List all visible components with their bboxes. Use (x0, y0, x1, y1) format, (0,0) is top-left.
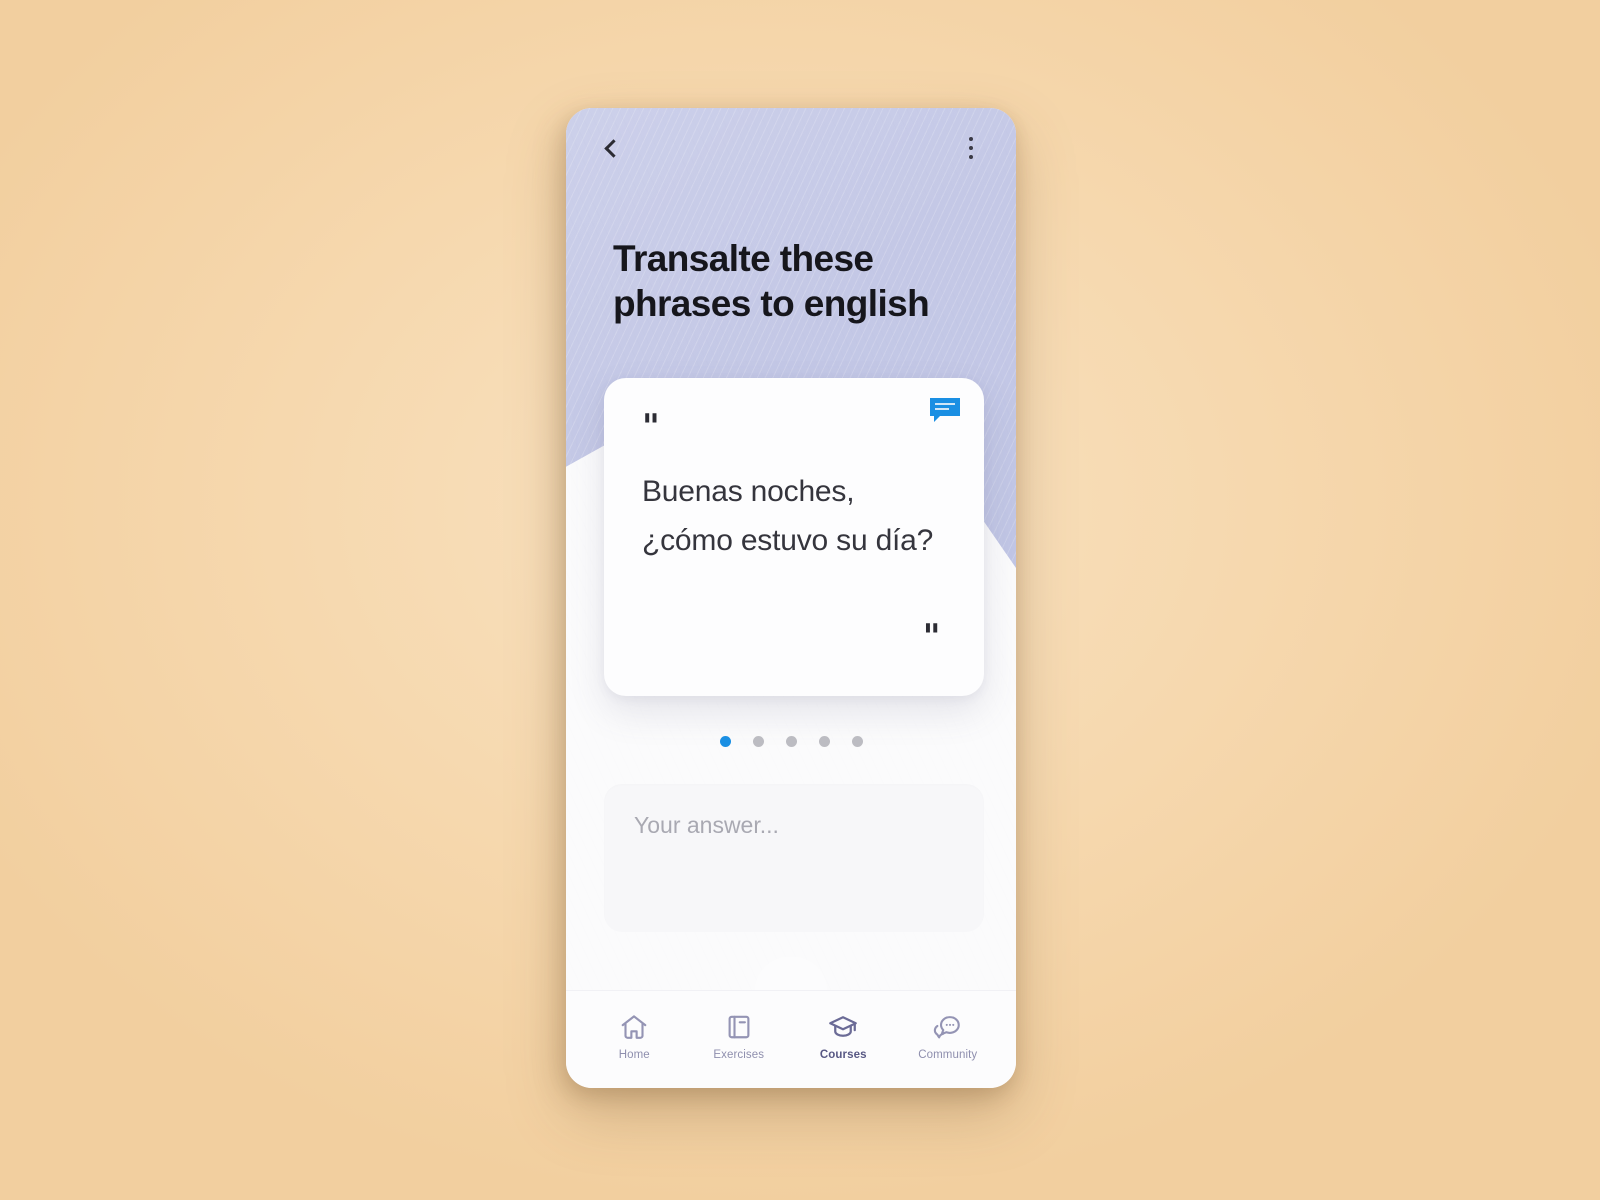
nav-item-exercises[interactable]: Exercises (693, 1012, 785, 1061)
speech-bubble-icon (928, 396, 962, 424)
phrase-text: Buenas noches, ¿cómo estuvo su día? (642, 475, 934, 557)
nav-item-community[interactable]: Community (902, 1012, 994, 1061)
phone-frame: Transalte these phrases to english " " B… (566, 108, 1016, 1088)
nav-label: Courses (819, 1049, 867, 1061)
phrase-card[interactable]: " " Buenas noches, ¿cómo estuvo su día? (604, 378, 984, 696)
book-icon (724, 1012, 754, 1042)
pagination-dot[interactable] (719, 736, 731, 747)
nav-item-home[interactable]: Home (588, 1012, 680, 1061)
home-icon (619, 1012, 649, 1042)
pagination-dots (566, 736, 1016, 747)
answer-input[interactable] (604, 784, 984, 932)
pagination-dot[interactable] (818, 736, 830, 747)
back-button[interactable] (594, 131, 628, 165)
nav-bump-decoration (755, 957, 827, 991)
top-bar (566, 108, 1016, 188)
graduation-cap-icon (828, 1012, 858, 1042)
overflow-menu-button[interactable] (954, 131, 988, 165)
bottom-navigation: Home Exercises Courses Community (566, 990, 1016, 1088)
pagination-dot[interactable] (851, 736, 863, 747)
nav-item-courses[interactable]: Courses (797, 1012, 889, 1061)
pagination-dot[interactable] (785, 736, 797, 747)
close-quote-mark: " (922, 617, 942, 657)
nav-label: Home (618, 1049, 650, 1061)
pagination-dot[interactable] (752, 736, 764, 747)
kebab-menu-icon (968, 136, 974, 160)
page-title: Transalte these phrases to english (613, 238, 930, 325)
nav-label: Exercises (713, 1049, 765, 1061)
open-quote-mark: " (642, 407, 662, 447)
nav-label: Community (918, 1049, 978, 1061)
chevron-left-icon (604, 138, 623, 158)
chat-bubbles-icon (933, 1012, 963, 1042)
